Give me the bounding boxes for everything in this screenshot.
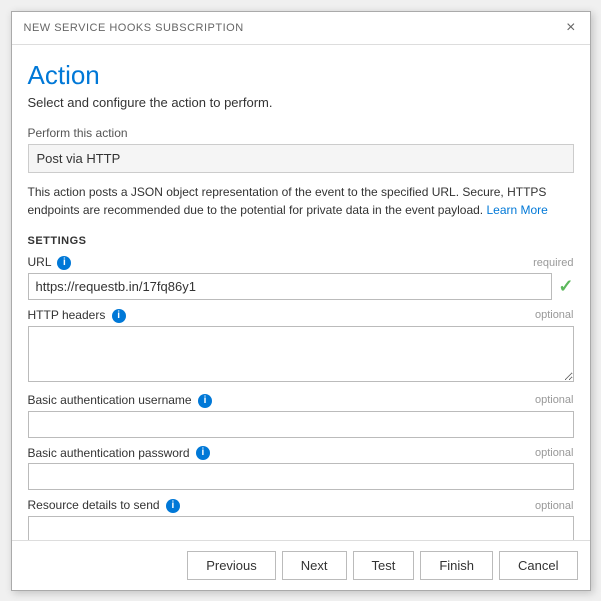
next-button[interactable]: Next bbox=[282, 551, 347, 580]
finish-button[interactable]: Finish bbox=[420, 551, 493, 580]
auth-username-field-row: Basic authentication username i optional bbox=[28, 393, 574, 438]
perform-action-label: Perform this action bbox=[28, 126, 574, 140]
resource-details-optional-badge: optional bbox=[535, 500, 574, 512]
http-headers-field-header: HTTP headers i optional bbox=[28, 308, 574, 323]
auth-password-label: Basic authentication password i bbox=[28, 446, 210, 461]
dialog-container: NEW SERVICE HOOKS SUBSCRIPTION × Action … bbox=[11, 11, 591, 591]
url-field-row: URL i required ✓ bbox=[28, 255, 574, 300]
description-text: This action posts a JSON object represen… bbox=[28, 183, 574, 219]
dialog-title: NEW SERVICE HOOKS SUBSCRIPTION bbox=[24, 22, 244, 34]
http-headers-field-row: HTTP headers i optional bbox=[28, 308, 574, 385]
dialog-content: Action Select and configure the action t… bbox=[12, 45, 590, 540]
url-label: URL i bbox=[28, 255, 72, 270]
auth-password-optional-badge: optional bbox=[535, 447, 574, 459]
page-heading: Action bbox=[28, 61, 574, 90]
page-subtitle: Select and configure the action to perfo… bbox=[28, 95, 574, 110]
url-input-wrapper: ✓ bbox=[28, 273, 574, 300]
auth-username-field-header: Basic authentication username i optional bbox=[28, 393, 574, 408]
auth-username-input[interactable] bbox=[28, 411, 574, 438]
url-info-icon[interactable]: i bbox=[57, 256, 71, 270]
url-required-badge: required bbox=[533, 257, 573, 269]
learn-more-link[interactable]: Learn More bbox=[486, 203, 547, 217]
http-headers-optional-badge: optional bbox=[535, 309, 574, 321]
resource-details-info-icon[interactable]: i bbox=[166, 499, 180, 513]
resource-details-label: Resource details to send i bbox=[28, 498, 180, 513]
resource-details-field-header: Resource details to send i optional bbox=[28, 498, 574, 513]
auth-password-info-icon[interactable]: i bbox=[196, 446, 210, 460]
http-headers-info-icon[interactable]: i bbox=[112, 309, 126, 323]
auth-username-label: Basic authentication username i bbox=[28, 393, 212, 408]
url-input[interactable] bbox=[28, 273, 553, 300]
url-check-icon: ✓ bbox=[558, 276, 573, 297]
url-field-header: URL i required bbox=[28, 255, 574, 270]
auth-username-info-icon[interactable]: i bbox=[198, 394, 212, 408]
auth-password-input[interactable] bbox=[28, 463, 574, 490]
auth-password-field-row: Basic authentication password i optional bbox=[28, 446, 574, 491]
auth-username-optional-badge: optional bbox=[535, 394, 574, 406]
http-headers-input[interactable] bbox=[28, 326, 574, 382]
auth-password-field-header: Basic authentication password i optional bbox=[28, 446, 574, 461]
settings-heading: SETTINGS bbox=[28, 235, 574, 247]
resource-details-input[interactable] bbox=[28, 516, 574, 539]
action-select[interactable]: Post via HTTP bbox=[28, 144, 574, 173]
http-headers-label: HTTP headers i bbox=[28, 308, 126, 323]
test-button[interactable]: Test bbox=[353, 551, 415, 580]
cancel-button[interactable]: Cancel bbox=[499, 551, 577, 580]
resource-details-field-row: Resource details to send i optional bbox=[28, 498, 574, 539]
close-button[interactable]: × bbox=[564, 20, 577, 36]
dialog-titlebar: NEW SERVICE HOOKS SUBSCRIPTION × bbox=[12, 12, 590, 45]
dialog-footer: Previous Next Test Finish Cancel bbox=[12, 540, 590, 590]
previous-button[interactable]: Previous bbox=[187, 551, 276, 580]
